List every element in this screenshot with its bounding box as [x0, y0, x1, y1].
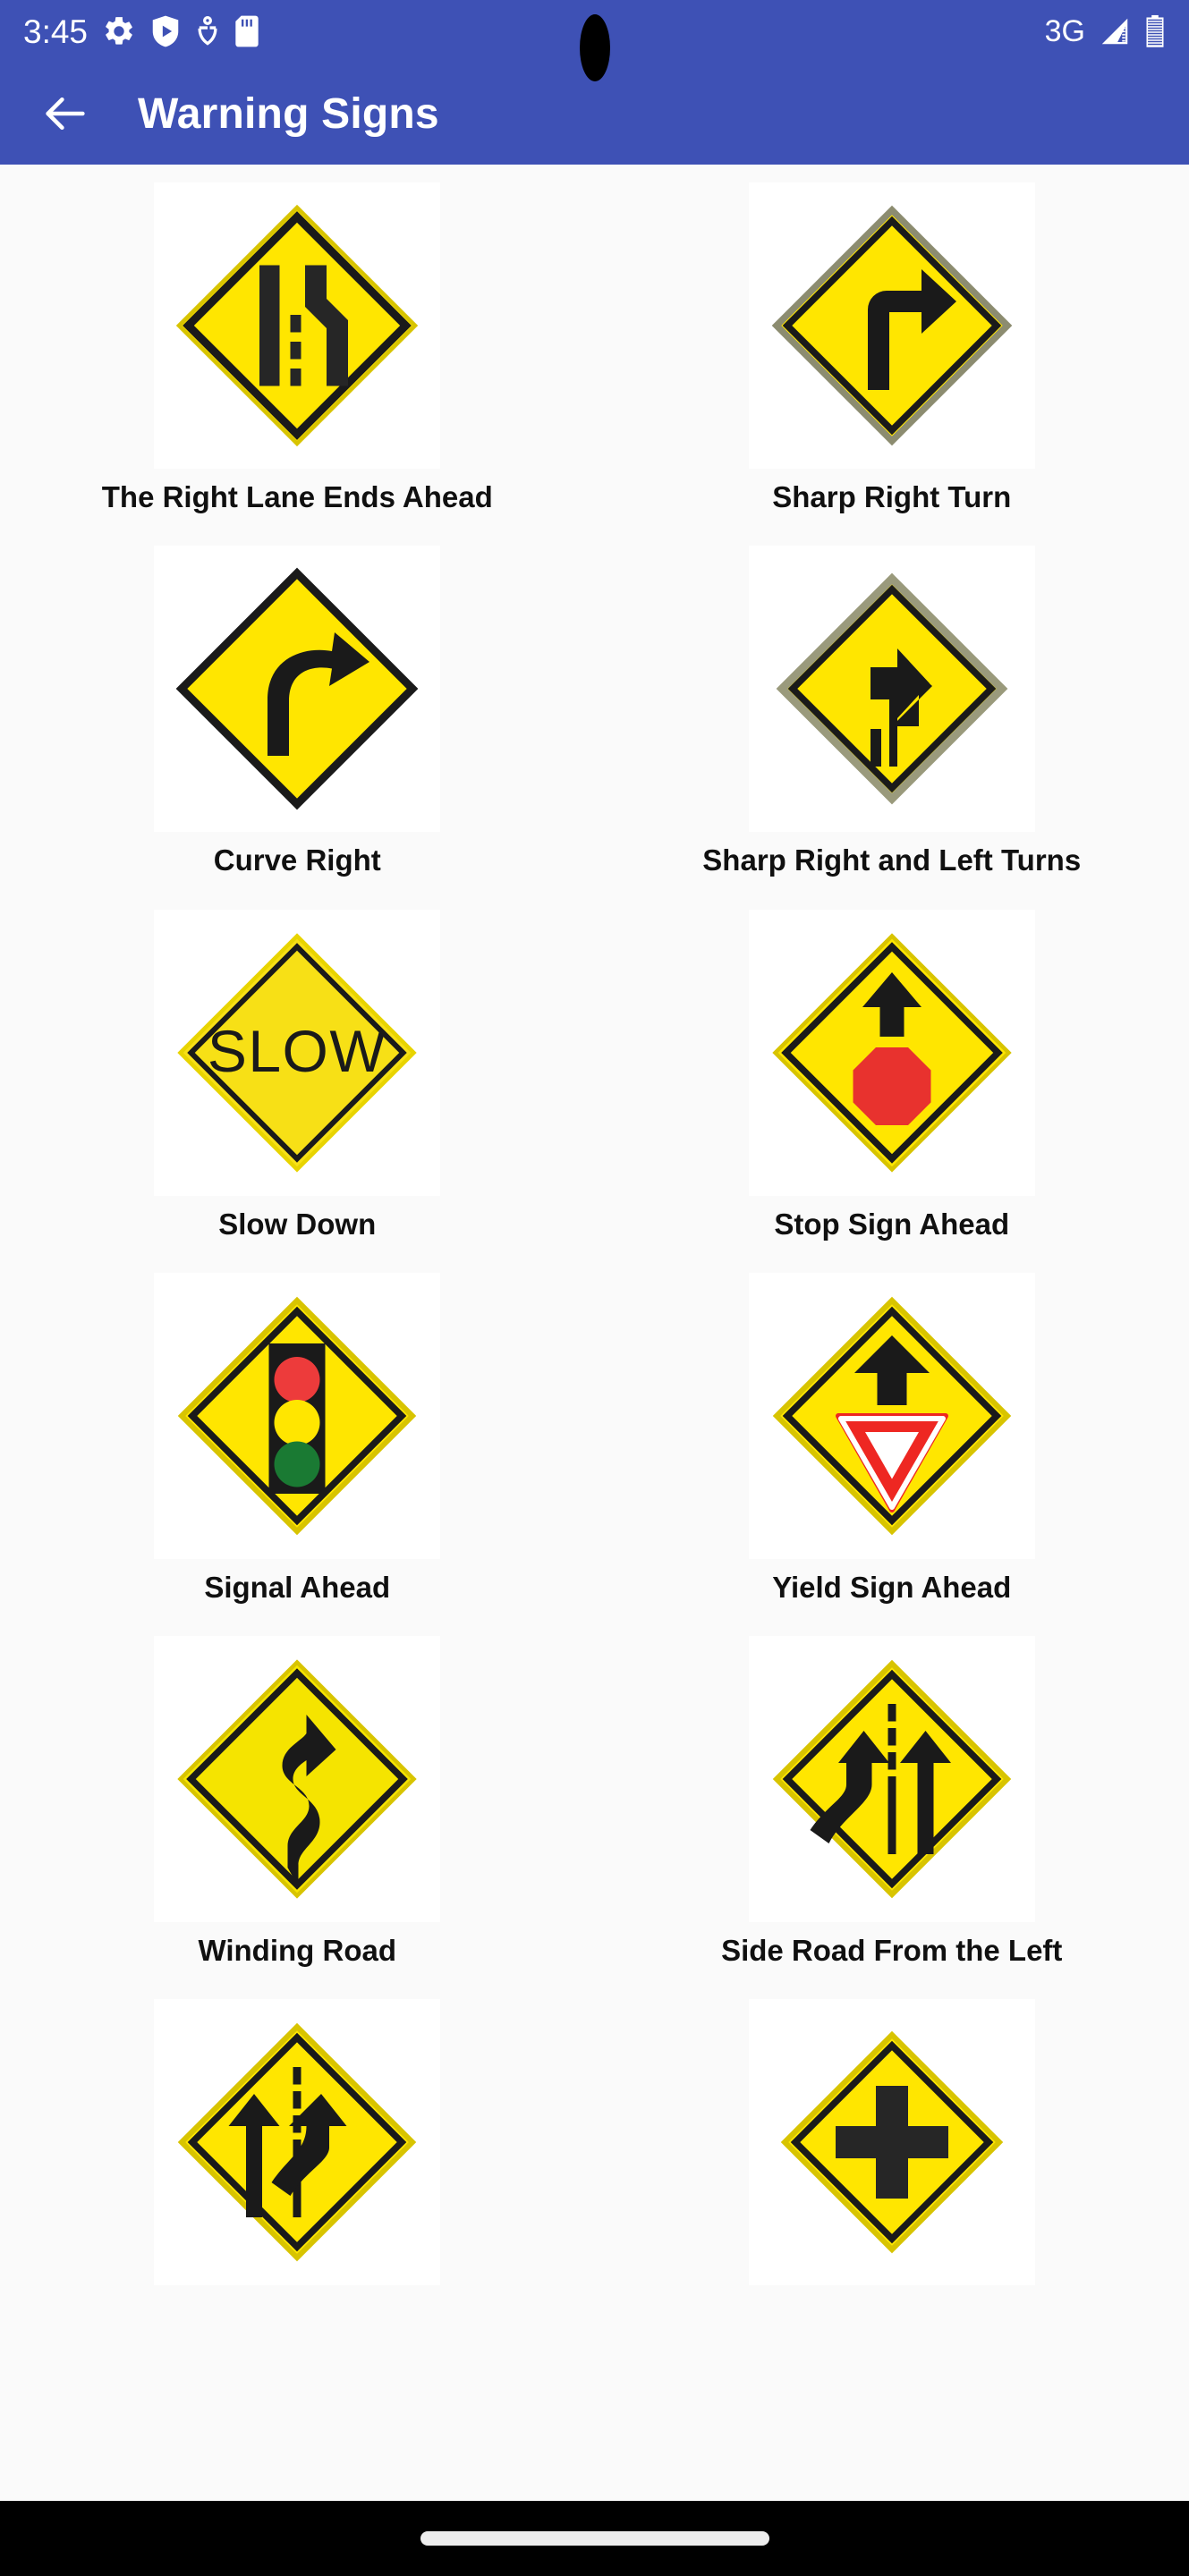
- status-bar-right: 3G: [1045, 14, 1166, 48]
- sign-thumbnail: [748, 546, 1035, 833]
- sign-thumbnail: [154, 1272, 441, 1559]
- lane-merge-sign: [178, 2023, 417, 2262]
- sign-thumbnail: [154, 1636, 441, 1923]
- sign-thumbnail: [748, 1272, 1035, 1559]
- network-type-label: 3G: [1044, 14, 1085, 48]
- status-bar-left: 3:45: [23, 14, 259, 48]
- sign-thumbnail: [748, 909, 1035, 1196]
- sign-card-sharp-right-turn[interactable]: Sharp Right Turn: [595, 182, 1189, 546]
- signal-bars-icon: [1097, 14, 1133, 48]
- sign-card-stop-sign-ahead[interactable]: Stop Sign Ahead: [595, 909, 1189, 1273]
- sign-card-side-road-from-left[interactable]: Side Road From the Left: [595, 1636, 1189, 1999]
- slow-sign: SLOW: [177, 932, 417, 1173]
- sign-label: Curve Right: [213, 843, 381, 877]
- phone-screen: 3:45 3G Warning Signs The Right Lane End…: [0, 0, 1189, 2576]
- sign-label: Sharp Right Turn: [772, 480, 1012, 513]
- curve-right-sign: [175, 567, 419, 810]
- sign-label: Side Road From the Left: [721, 1934, 1063, 1968]
- status-time: 3:45: [23, 13, 89, 50]
- battery-icon: [1144, 14, 1166, 48]
- sign-card-right-lane-ends[interactable]: The Right Lane Ends Ahead: [0, 182, 595, 546]
- sharp-right-left-turns-sign: [776, 572, 1008, 805]
- crossroad-sign: [780, 2031, 1003, 2254]
- sign-card-curve-right[interactable]: Curve Right: [0, 546, 595, 909]
- sign-card-sharp-right-left-turns[interactable]: Sharp Right and Left Turns: [595, 546, 1189, 909]
- sign-card-slow-down[interactable]: SLOW Slow Down: [0, 909, 595, 1273]
- stop-sign-ahead-sign: [772, 932, 1012, 1173]
- sign-card-crossroad[interactable]: [595, 1999, 1189, 2330]
- sign-label: Sharp Right and Left Turns: [702, 843, 1082, 877]
- play-shield-icon: [150, 14, 181, 48]
- signs-grid: The Right Lane Ends Ahead Sharp Right Tu…: [0, 165, 1189, 2330]
- sign-card-signal-ahead[interactable]: Signal Ahead: [0, 1272, 595, 1636]
- system-navigation-bar: [0, 2501, 1189, 2576]
- home-indicator[interactable]: [420, 2531, 769, 2546]
- downloads-icon: [195, 14, 220, 48]
- status-bar: 3:45 3G: [0, 0, 1189, 81]
- sign-card-yield-sign-ahead[interactable]: Yield Sign Ahead: [595, 1272, 1189, 1636]
- back-button[interactable]: [32, 80, 98, 147]
- winding-road-sign: [177, 1659, 417, 1899]
- sign-thumbnail: [154, 182, 441, 469]
- sign-label: Winding Road: [198, 1934, 397, 1968]
- signal-ahead-sign: [178, 1296, 417, 1536]
- sign-thumbnail: [748, 182, 1035, 469]
- gear-icon: [102, 14, 136, 48]
- sign-label: Signal Ahead: [204, 1570, 391, 1604]
- sign-thumbnail: [154, 1999, 441, 2286]
- sign-label: Yield Sign Ahead: [772, 1570, 1012, 1604]
- sign-thumbnail: SLOW: [154, 909, 441, 1196]
- sharp-right-turn-sign: [771, 205, 1013, 446]
- sign-thumbnail: [748, 1636, 1035, 1923]
- sign-label: Slow Down: [218, 1207, 377, 1241]
- sign-thumbnail: [748, 1999, 1035, 2286]
- page-title: Warning Signs: [138, 89, 439, 138]
- right-lane-ends-sign: [176, 204, 419, 447]
- sign-card-winding-road[interactable]: Winding Road: [0, 1636, 595, 1999]
- side-road-from-left-sign: [772, 1659, 1011, 1899]
- arrow-left-icon: [39, 88, 91, 140]
- sign-thumbnail: [154, 546, 441, 833]
- sign-label: Stop Sign Ahead: [774, 1207, 1010, 1241]
- signs-scroll-area[interactable]: The Right Lane Ends Ahead Sharp Right Tu…: [0, 165, 1189, 2501]
- yield-sign-ahead-sign: [772, 1296, 1011, 1536]
- camera-punch-hole: [579, 14, 610, 81]
- sign-card-lane-merge[interactable]: [0, 1999, 595, 2330]
- sd-card-icon: [234, 14, 259, 48]
- slow-sign-text: SLOW: [208, 1018, 386, 1084]
- sign-label: The Right Lane Ends Ahead: [101, 480, 493, 513]
